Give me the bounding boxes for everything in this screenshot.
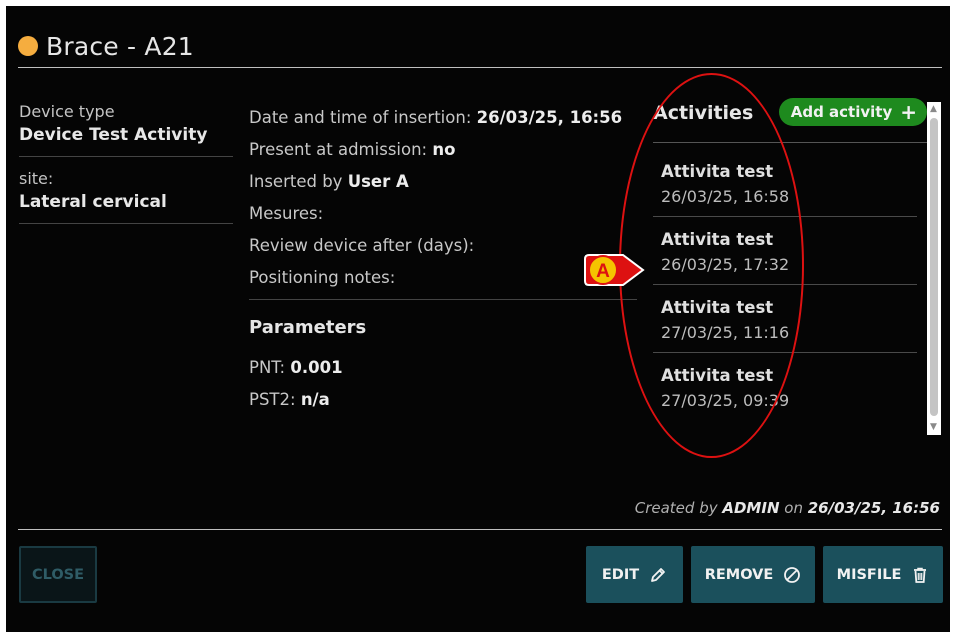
parameter-value: n/a — [300, 390, 330, 409]
scroll-up-icon[interactable]: ▲ — [930, 105, 937, 114]
callout-letter: A — [596, 261, 610, 282]
site-value: Lateral cervical — [19, 192, 167, 212]
inserted-by: Inserted by User A — [249, 166, 637, 198]
callout-a-icon: A — [584, 254, 645, 286]
trash-icon — [914, 567, 927, 583]
created-date: 26/03/25, 16:56 — [807, 499, 940, 517]
parameter-label: PNT: — [249, 358, 286, 377]
header-divider — [18, 67, 942, 68]
dialog-header: Brace - A21 — [18, 28, 194, 64]
admission-label: Present at admission: — [249, 140, 428, 159]
device-type-label: Device type — [19, 102, 115, 121]
status-dot-icon — [18, 36, 38, 56]
footer-divider — [18, 529, 942, 530]
created-prefix: Created by — [634, 499, 718, 517]
site-block: site: Lateral cervical — [19, 169, 233, 224]
add-activity-button[interactable]: Add activity + — [778, 98, 927, 126]
created-user: ADMIN — [722, 499, 780, 517]
insertion-value: 26/03/25, 16:56 — [476, 108, 623, 127]
created-on: on — [784, 499, 803, 517]
parameter-row: PNT: 0.001 — [249, 352, 637, 384]
inserted-by-label: Inserted by — [249, 172, 343, 191]
scroll-down-icon[interactable]: ▼ — [930, 423, 937, 432]
remove-label: REMOVE — [704, 566, 774, 583]
add-activity-label: Add activity — [790, 103, 893, 121]
mesures-label: Mesures: — [249, 204, 324, 223]
misfile-button[interactable]: MISFILE — [823, 546, 943, 603]
activities-scrollbar[interactable]: ▲ ▼ — [927, 102, 941, 435]
misfile-label: MISFILE — [836, 566, 902, 583]
scroll-thumb[interactable] — [930, 118, 938, 416]
inserted-by-value: User A — [347, 172, 409, 191]
remove-button[interactable]: REMOVE — [691, 546, 815, 603]
close-button[interactable]: CLOSE — [19, 546, 97, 603]
edit-label: EDIT — [601, 566, 640, 583]
details-divider — [249, 299, 637, 300]
insertion-label: Date and time of insertion: — [249, 108, 472, 127]
parameter-value: 0.001 — [290, 358, 343, 377]
device-type-value: Device Test Activity — [19, 125, 208, 145]
plus-icon: + — [900, 100, 917, 124]
present-at-admission: Present at admission: no — [249, 134, 637, 166]
device-type-block: Device type Device Test Activity — [19, 102, 233, 157]
parameters-title: Parameters — [249, 317, 367, 338]
parameter-label: PST2: — [249, 390, 296, 409]
block-icon — [784, 566, 801, 583]
review-device-label: Review device after (days): — [249, 236, 475, 255]
created-by-info: Created by ADMIN on 26/03/25, 16:56 — [635, 499, 940, 517]
pencil-icon — [651, 567, 666, 582]
insertion-details-panel: Date and time of insertion: 26/03/25, 16… — [249, 102, 637, 416]
device-info-panel: Device type Device Test Activity site: L… — [19, 102, 233, 236]
parameter-row: PST2: n/a — [249, 384, 637, 416]
insertion-datetime: Date and time of insertion: 26/03/25, 16… — [249, 102, 637, 134]
positioning-notes-label: Positioning notes: — [249, 268, 396, 287]
edit-button[interactable]: EDIT — [586, 546, 683, 603]
dialog-title: Brace - A21 — [46, 31, 194, 61]
admission-value: no — [432, 140, 456, 159]
site-label: site: — [19, 169, 54, 188]
device-dialog: Brace - A21 Device type Device Test Acti… — [6, 6, 950, 632]
close-label: CLOSE — [31, 566, 85, 583]
